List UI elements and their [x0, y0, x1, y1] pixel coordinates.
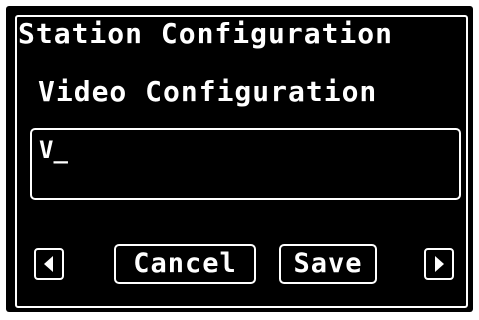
next-button[interactable] [424, 248, 454, 280]
left-arrow-icon [44, 256, 53, 272]
previous-button[interactable] [34, 248, 64, 280]
right-arrow-icon [435, 256, 444, 272]
video-config-input[interactable]: V_ [30, 128, 461, 200]
save-button[interactable]: Save [279, 244, 377, 284]
section-title: Video Configuration [38, 75, 378, 108]
cancel-button[interactable]: Cancel [114, 244, 256, 284]
page-title: Station Configuration [18, 17, 394, 50]
input-value: V_ [39, 136, 68, 164]
